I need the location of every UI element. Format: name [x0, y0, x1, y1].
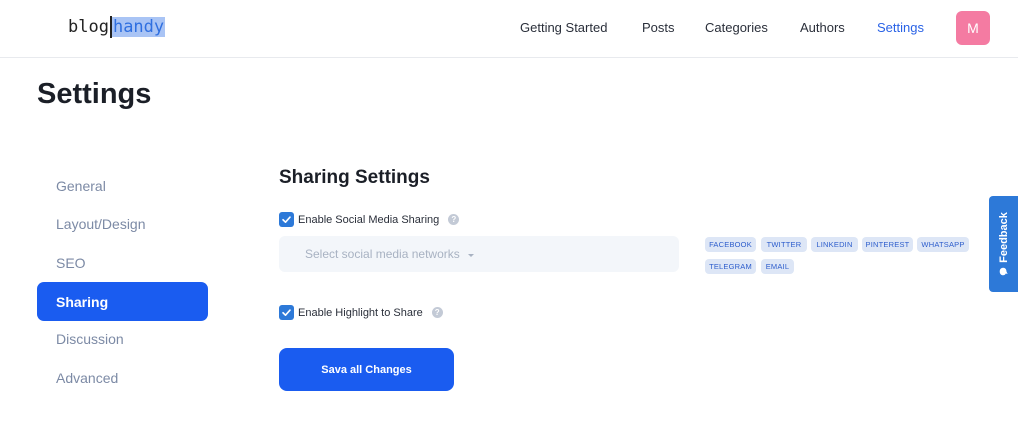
nav-authors[interactable]: Authors — [800, 20, 845, 35]
section-title: Sharing Settings — [279, 167, 430, 188]
top-navbar: blog handy Getting Started Posts Categor… — [0, 0, 1018, 58]
nav-categories[interactable]: Categories — [705, 20, 768, 35]
tag-linkedin[interactable]: LINKEDIN — [811, 237, 858, 252]
check-icon — [282, 216, 291, 223]
nav-posts[interactable]: Posts — [642, 20, 675, 35]
sidebar-item-layout-design[interactable]: Layout/Design — [37, 204, 208, 243]
tag-pinterest[interactable]: PINTEREST — [862, 237, 913, 252]
sidebar-item-label: Discussion — [56, 330, 124, 347]
check-icon — [282, 309, 291, 316]
sidebar-item-advanced[interactable]: Advanced — [37, 358, 208, 397]
save-all-changes-button[interactable]: Sava all Changes — [279, 348, 454, 391]
enable-highlight-row: Enable Highlight to Share ? — [279, 305, 443, 320]
sidebar-item-label: Sharing — [56, 293, 109, 310]
social-networks-placeholder: Select social media networks — [305, 247, 460, 261]
sidebar-item-label: Advanced — [56, 369, 119, 386]
tag-email[interactable]: EMAIL — [761, 259, 794, 274]
tag-whatsapp[interactable]: WHATSAPP — [917, 237, 969, 252]
sidebar-item-sharing[interactable]: Sharing — [37, 282, 208, 321]
save-button-label: Sava all Changes — [321, 363, 412, 376]
help-circle-icon[interactable]: ? — [448, 214, 460, 225]
enable-highlight-label: Enable Highlight to Share — [298, 306, 423, 319]
logo-text-handy: handy — [111, 17, 166, 37]
sidebar-item-label: SEO — [56, 254, 86, 271]
enable-social-sharing-checkbox[interactable] — [279, 212, 294, 227]
enable-social-sharing-row: Enable Social Media Sharing ? — [279, 212, 460, 227]
caret-down-icon — [467, 253, 474, 257]
tag-twitter[interactable]: TWITTER — [761, 237, 807, 252]
help-circle-icon[interactable]: ? — [431, 307, 443, 318]
sidebar-item-general[interactable]: General — [37, 166, 208, 205]
feedback-label: Feedback — [997, 212, 1010, 263]
page-title: Settings — [37, 78, 152, 110]
sidebar-item-seo[interactable]: SEO — [37, 243, 208, 282]
sidebar-item-label: General — [56, 177, 106, 194]
sidebar-item-label: Layout/Design — [56, 215, 146, 232]
social-networks-select[interactable]: Select social media networks — [279, 236, 679, 272]
avatar-initial: M — [967, 20, 979, 36]
feedback-tab-content: Feedback — [989, 196, 1018, 292]
nav-settings[interactable]: Settings — [877, 20, 924, 35]
enable-social-sharing-label: Enable Social Media Sharing — [298, 213, 440, 226]
sidebar-item-discussion[interactable]: Discussion — [37, 319, 208, 358]
chat-bubble-icon — [999, 267, 1008, 276]
user-avatar[interactable]: M — [956, 11, 990, 45]
logo[interactable]: blog handy — [68, 16, 166, 38]
logo-text-blog: blog — [68, 17, 109, 37]
feedback-tab[interactable]: Feedback — [989, 196, 1018, 292]
tag-telegram[interactable]: TELEGRAM — [705, 259, 756, 274]
enable-highlight-checkbox[interactable] — [279, 305, 294, 320]
tag-facebook[interactable]: FACEBOOK — [705, 237, 756, 252]
nav-getting-started[interactable]: Getting Started — [520, 20, 607, 35]
